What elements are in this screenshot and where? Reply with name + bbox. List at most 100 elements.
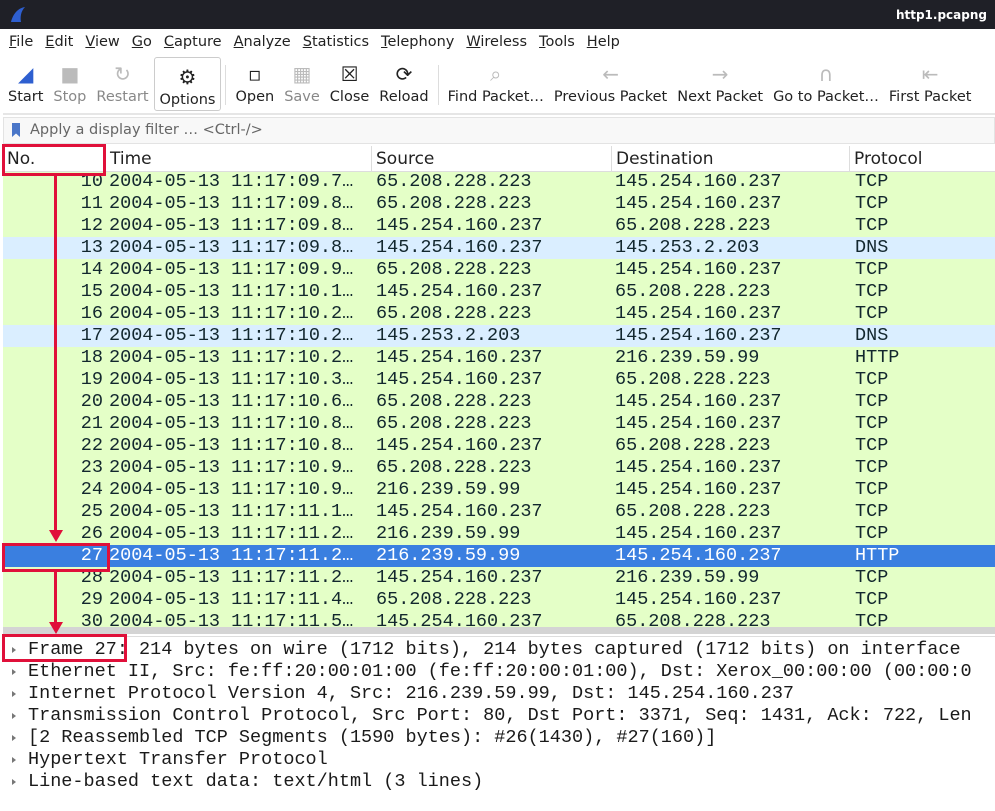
packet-no: 12 bbox=[80, 215, 103, 236]
packet-source: 65.208.228.223 bbox=[376, 589, 532, 610]
open-button[interactable]: ▫ Open bbox=[230, 55, 279, 111]
menu-statistics[interactable]: Statistics bbox=[297, 30, 375, 54]
packet-row[interactable]: 23 2004-05-13 11:17:10.9… 65.208.228.223 14… bbox=[3, 457, 995, 479]
packet-row[interactable]: 19 2004-05-13 11:17:10.3… 145.254.160.237 6… bbox=[3, 369, 995, 391]
packet-row[interactable]: 21 2004-05-13 11:17:10.8… 65.208.228.223 14… bbox=[3, 413, 995, 435]
packet-source: 65.208.228.223 bbox=[376, 172, 532, 192]
options-label: Options bbox=[159, 92, 216, 108]
menu-edit[interactable]: Edit bbox=[39, 30, 79, 54]
column-protocol[interactable]: Protocol bbox=[850, 146, 995, 172]
packet-row[interactable]: 26 2004-05-13 11:17:11.2… 216.239.59.99 145… bbox=[3, 523, 995, 545]
detail-text: [2 Reassembled TCP Segments (1590 bytes)… bbox=[28, 727, 717, 748]
packet-no: 19 bbox=[80, 369, 103, 390]
packet-list-header: No. Time Source Destination Protocol bbox=[3, 146, 995, 172]
restart-icon: ↻ bbox=[114, 62, 131, 86]
packet-row[interactable]: 13 2004-05-13 11:17:09.8… 145.254.160.237 1… bbox=[3, 237, 995, 259]
packet-time: 2004-05-13 11:17:10.2… bbox=[109, 347, 354, 368]
packet-row[interactable]: 11 2004-05-13 11:17:09.8… 65.208.228.223 14… bbox=[3, 193, 995, 215]
packet-row[interactable]: 15 2004-05-13 11:17:10.1… 145.254.160.237 6… bbox=[3, 281, 995, 303]
packet-row[interactable]: 18 2004-05-13 11:17:10.2… 145.254.160.237 2… bbox=[3, 347, 995, 369]
menu-go[interactable]: Go bbox=[126, 30, 158, 54]
packet-row[interactable]: 17 2004-05-13 11:17:10.2… 145.253.2.203 145… bbox=[3, 325, 995, 347]
detail-text: Hypertext Transfer Protocol bbox=[28, 749, 328, 770]
packet-row[interactable]: 16 2004-05-13 11:17:10.2… 65.208.228.223 14… bbox=[3, 303, 995, 325]
packet-row[interactable]: 20 2004-05-13 11:17:10.6… 65.208.228.223 14… bbox=[3, 391, 995, 413]
packet-row[interactable]: 24 2004-05-13 11:17:10.9… 216.239.59.99 145… bbox=[3, 479, 995, 501]
column-time[interactable]: Time bbox=[106, 146, 372, 172]
menu-help[interactable]: Help bbox=[581, 30, 626, 54]
stop-button[interactable]: ■ Stop bbox=[48, 55, 91, 111]
expand-triangle-icon[interactable] bbox=[12, 757, 16, 763]
packet-row[interactable]: 14 2004-05-13 11:17:09.9… 65.208.228.223 14… bbox=[3, 259, 995, 281]
packet-destination: 65.208.228.223 bbox=[615, 215, 771, 236]
expand-triangle-icon[interactable] bbox=[12, 735, 16, 741]
start-button[interactable]: ◢ Start bbox=[3, 55, 48, 111]
packet-destination: 145.254.160.237 bbox=[615, 391, 782, 412]
packet-time: 2004-05-13 11:17:11.2… bbox=[109, 523, 354, 544]
expand-triangle-icon[interactable] bbox=[12, 669, 16, 675]
menu-bar: File Edit View Go Capture Analyze Statistics Te… bbox=[3, 30, 626, 54]
packet-source: 216.239.59.99 bbox=[376, 479, 521, 500]
filter-placeholder: Apply a display filter … <Ctrl-/> bbox=[30, 122, 263, 138]
packet-protocol: DNS bbox=[855, 237, 889, 258]
packet-destination: 65.208.228.223 bbox=[615, 611, 771, 627]
packet-row[interactable]: 28 2004-05-13 11:17:11.2… 145.254.160.237 2… bbox=[3, 567, 995, 589]
find-packet-button[interactable]: ⌕ Find Packet… bbox=[443, 55, 549, 111]
packet-time: 2004-05-13 11:17:11.4… bbox=[109, 589, 354, 610]
column-destination[interactable]: Destination bbox=[612, 146, 850, 172]
packet-row[interactable]: 10 2004-05-13 11:17:09.7… 65.208.228.223 14… bbox=[3, 172, 995, 193]
packet-row[interactable]: 25 2004-05-13 11:17:11.1… 145.254.160.237 6… bbox=[3, 501, 995, 523]
menu-capture[interactable]: Capture bbox=[158, 30, 228, 54]
packet-destination: 216.239.59.99 bbox=[615, 567, 760, 588]
search-icon: ⌕ bbox=[490, 62, 502, 86]
next-packet-button[interactable]: → Next Packet bbox=[672, 55, 768, 111]
first-packet-button[interactable]: ⇤ First Packet bbox=[884, 55, 977, 111]
packet-source: 145.254.160.237 bbox=[376, 435, 543, 456]
packet-destination: 145.254.160.237 bbox=[615, 259, 782, 280]
detail-text: Frame 27: 214 bytes on wire (1712 bits),… bbox=[28, 639, 961, 660]
close-button[interactable]: ☒ Close bbox=[325, 55, 375, 111]
packet-time: 2004-05-13 11:17:10.3… bbox=[109, 369, 354, 390]
restart-button[interactable]: ↻ Restart bbox=[91, 55, 153, 111]
menu-wireless[interactable]: Wireless bbox=[460, 30, 533, 54]
packet-source: 145.254.160.237 bbox=[376, 611, 543, 627]
reload-button[interactable]: ⟳ Reload bbox=[374, 55, 433, 111]
display-filter-input[interactable]: Apply a display filter … <Ctrl-/> bbox=[3, 117, 995, 144]
expand-triangle-icon[interactable] bbox=[12, 691, 16, 697]
packet-row[interactable]: 22 2004-05-13 11:17:10.8… 145.254.160.237 6… bbox=[3, 435, 995, 457]
packet-protocol: HTTP bbox=[855, 347, 900, 368]
detail-text: Transmission Control Protocol, Src Port:… bbox=[28, 705, 972, 726]
packet-time: 2004-05-13 11:17:10.9… bbox=[109, 479, 354, 500]
packet-destination: 145.254.160.237 bbox=[615, 413, 782, 434]
save-button[interactable]: ▦ Save bbox=[279, 55, 325, 111]
go-to-packet-button[interactable]: ∩ Go to Packet… bbox=[768, 55, 884, 111]
menu-telephony[interactable]: Telephony bbox=[375, 30, 460, 54]
find-packet--label: Find Packet… bbox=[447, 89, 544, 105]
packet-time: 2004-05-13 11:17:09.8… bbox=[109, 193, 354, 214]
bookmark-icon[interactable] bbox=[12, 123, 20, 137]
annotation-arrow-line bbox=[54, 572, 57, 624]
open-file-icon: ▫ bbox=[248, 62, 262, 86]
menu-view[interactable]: View bbox=[79, 30, 125, 54]
packet-no: 23 bbox=[80, 457, 103, 478]
packet-source: 145.254.160.237 bbox=[376, 369, 543, 390]
packet-protocol: DNS bbox=[855, 325, 889, 346]
go-to-packet--label: Go to Packet… bbox=[773, 89, 879, 105]
expand-triangle-icon[interactable] bbox=[12, 779, 16, 785]
packet-destination: 145.254.160.237 bbox=[615, 457, 782, 478]
options-button[interactable]: ⚙ Options bbox=[153, 57, 222, 111]
menu-file[interactable]: File bbox=[3, 30, 39, 54]
previous-packet-button[interactable]: ← Previous Packet bbox=[549, 55, 672, 111]
packet-row[interactable]: 27 2004-05-13 11:17:11.2… 216.239.59.99 145… bbox=[3, 545, 995, 567]
packet-row[interactable]: 12 2004-05-13 11:17:09.8… 145.254.160.237 6… bbox=[3, 215, 995, 237]
packet-protocol: TCP bbox=[855, 457, 889, 478]
packet-row[interactable]: 29 2004-05-13 11:17:11.4… 65.208.228.223 14… bbox=[3, 589, 995, 611]
packet-row[interactable]: 30 2004-05-13 11:17:11.5… 145.254.160.237 6… bbox=[3, 611, 995, 627]
horizontal-scrollbar[interactable] bbox=[3, 627, 995, 634]
previous-packet-label: Previous Packet bbox=[553, 89, 668, 105]
column-source[interactable]: Source bbox=[372, 146, 612, 172]
expand-triangle-icon[interactable] bbox=[12, 713, 16, 719]
packet-time: 2004-05-13 11:17:10.6… bbox=[109, 391, 354, 412]
menu-tools[interactable]: Tools bbox=[533, 30, 581, 54]
menu-analyze[interactable]: Analyze bbox=[228, 30, 297, 54]
